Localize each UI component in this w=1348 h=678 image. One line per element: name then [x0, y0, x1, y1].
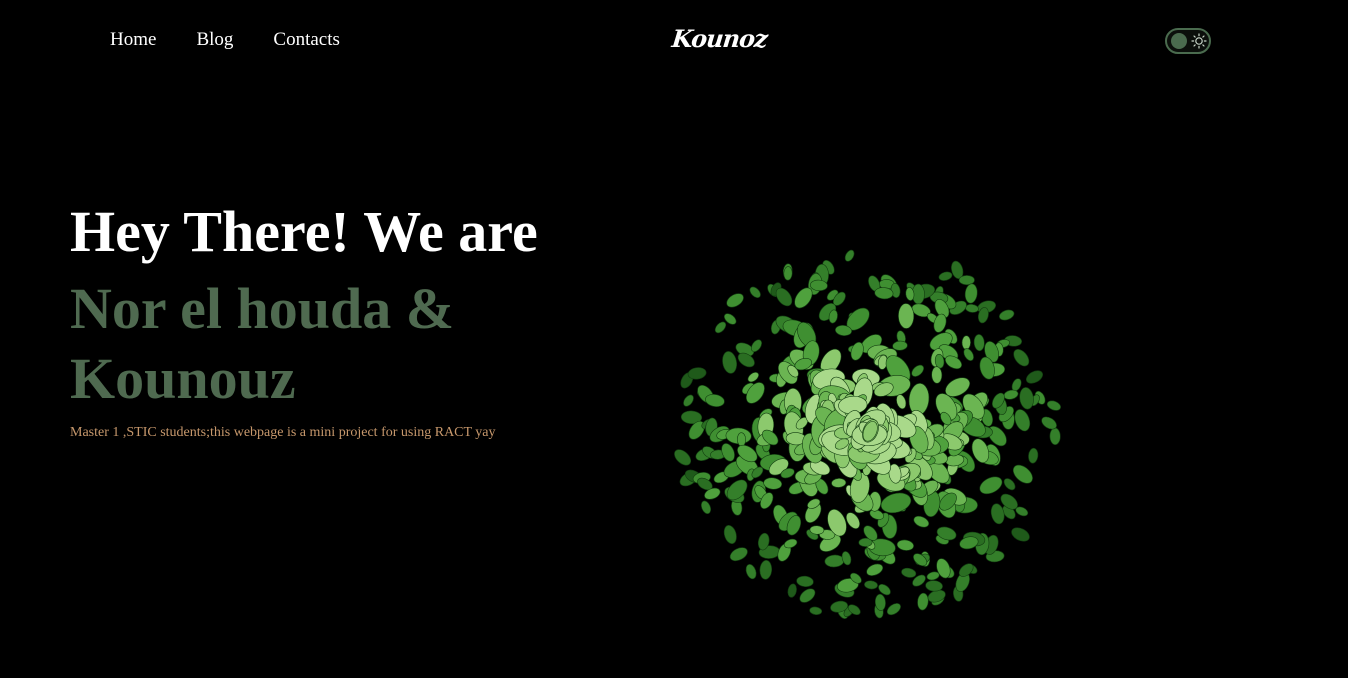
nav-link-contacts[interactable]: Contacts [273, 28, 340, 52]
plant-leaf [726, 293, 744, 308]
plant-leaf [763, 477, 783, 490]
sun-icon [1191, 33, 1207, 49]
hero-title: Hey There! We are [70, 199, 538, 264]
plant-leaf [1014, 409, 1031, 432]
plant-leaf [864, 580, 878, 590]
hero-names: Nor el houda & Kounouz [70, 276, 455, 411]
plant-leaf [729, 547, 748, 562]
plant-leaf [745, 564, 757, 580]
plant-leaf [973, 334, 985, 352]
plant-leaf [925, 580, 943, 592]
plant-leaf [723, 525, 737, 544]
plant-leaf [831, 478, 847, 488]
plant-leaf [979, 476, 1003, 495]
plant-leaf [990, 503, 1005, 525]
plant-leaf [898, 303, 915, 329]
hero-subtitle: Master 1 ,STIC students;this webpage is … [70, 425, 496, 440]
plant-leaf [892, 340, 908, 351]
plant-leaf [1046, 400, 1061, 411]
plant-leaf [799, 588, 816, 603]
nav-link-home[interactable]: Home [110, 28, 156, 52]
plant-leaf [1011, 527, 1030, 542]
plant-image [674, 249, 1061, 619]
plant-leaf [1013, 349, 1030, 367]
plant-leaf [901, 567, 917, 578]
plant-leaf [963, 348, 974, 361]
plant-leaf [931, 366, 943, 384]
plant-leaf [787, 583, 797, 598]
plant-leaf [1019, 387, 1034, 410]
plant-leaf [938, 271, 953, 281]
plant-leaf [999, 309, 1015, 321]
plant-leaf [965, 304, 979, 313]
plant-leaf [1049, 427, 1061, 445]
plant-leaf [674, 449, 692, 466]
plant-leaf [866, 563, 884, 576]
plant-leaf [796, 575, 814, 587]
plant-leaf [913, 515, 930, 528]
plant-leaf [917, 592, 929, 611]
plant-leaf [1003, 478, 1016, 491]
plant-leaf [886, 603, 901, 616]
plant-leaf [896, 539, 914, 551]
plant-leaf [749, 286, 761, 298]
plant-leaf [824, 554, 845, 568]
plant-leaf [911, 364, 924, 377]
plant-leaf [809, 606, 823, 615]
plant-leaf [1026, 370, 1043, 384]
plant-leaf [683, 394, 694, 407]
plant-leaf [722, 351, 737, 374]
brand-logo[interactable]: Kounoz [670, 24, 768, 53]
toggle-knob [1171, 33, 1187, 49]
main-nav: Home Blog Contacts [110, 28, 340, 52]
plant-leaf [958, 275, 975, 286]
plant-leaf [701, 500, 711, 514]
plant-leaf [736, 432, 747, 447]
plant-leaf [964, 283, 978, 304]
plant-leaf [844, 249, 855, 262]
plant-leaf [759, 560, 773, 580]
plant-leaf [880, 492, 912, 514]
nav-link-blog[interactable]: Blog [196, 28, 233, 52]
plant-leaf [721, 443, 735, 462]
theme-toggle[interactable] [1165, 28, 1211, 54]
plant-leaf [714, 321, 727, 334]
plant-leaf [1028, 447, 1039, 464]
plant-leaf [783, 266, 793, 281]
plant-leaf [961, 335, 971, 350]
plant-leaf [747, 371, 759, 383]
